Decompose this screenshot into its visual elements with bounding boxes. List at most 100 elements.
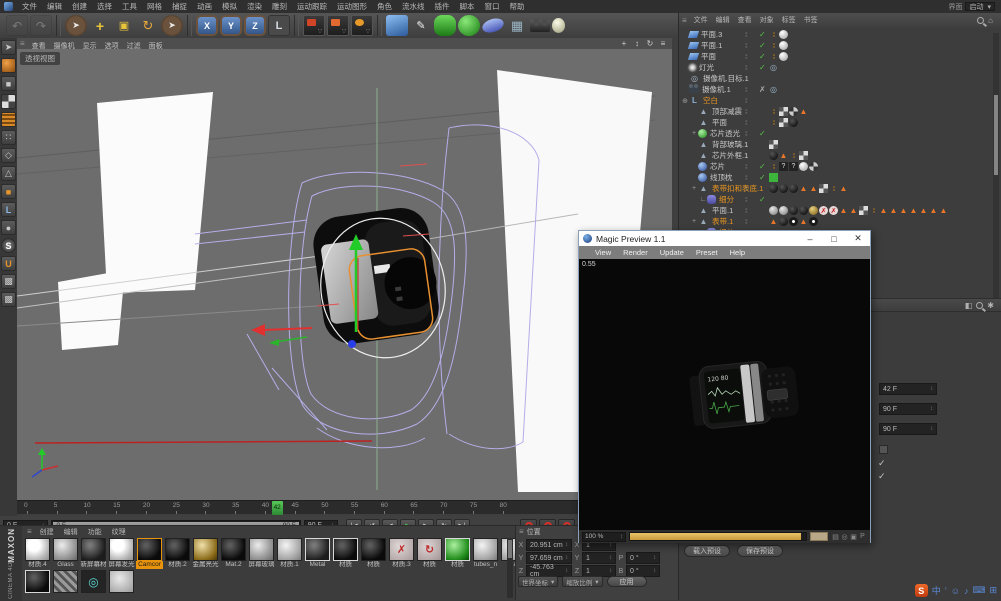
tag-checker[interactable]: [769, 140, 778, 149]
render-preview-canvas[interactable]: 0.55 120 80: [579, 259, 870, 530]
material-材质.2[interactable]: 材质.2: [164, 538, 191, 569]
material-label[interactable]: 材质.4: [24, 561, 51, 569]
white-plane-left[interactable]: [97, 92, 213, 293]
material-屏幕玻璃[interactable]: 屏幕玻璃: [248, 538, 275, 569]
material-材质[interactable]: ↻ 材质: [416, 538, 443, 569]
material-untitled[interactable]: [52, 570, 79, 601]
tag-dots[interactable]: ∶∶: [769, 118, 778, 127]
tag-dots[interactable]: ∶∶: [869, 206, 878, 215]
coord-system-icon[interactable]: L: [268, 15, 290, 36]
tag-dots[interactable]: ∶∶: [769, 30, 778, 39]
uv-grid-icon[interactable]: [1, 112, 16, 127]
tag-rx[interactable]: ✗: [819, 206, 828, 215]
material-label[interactable]: 材质.2: [164, 561, 191, 569]
tag-s-black[interactable]: [769, 151, 778, 160]
tag-s-white[interactable]: [799, 162, 808, 171]
menu-item-显示[interactable]: 显示: [79, 43, 101, 50]
menu-item-编辑[interactable]: 编辑: [712, 15, 734, 25]
object-row-芯片透光[interactable]: + 芯片透光 ∶∶ ✓: [679, 128, 995, 139]
visibility-dots[interactable]: ∶∶: [745, 86, 747, 94]
tag-target[interactable]: ◎: [769, 63, 778, 72]
visibility-dots[interactable]: ∶∶: [745, 207, 747, 215]
menu-item-插件[interactable]: 插件: [430, 1, 455, 12]
object-row-平面.3[interactable]: 平面.3 ∶∶ ✓ ∶∶: [679, 29, 995, 40]
tag-s-black[interactable]: [779, 184, 788, 193]
gear-icon[interactable]: ✱: [987, 301, 994, 310]
object-row-摄像机.目标.1[interactable]: ◎ 摄像机.目标.1 ∶∶: [679, 73, 995, 84]
visibility-dots[interactable]: ∶∶: [745, 31, 747, 39]
tag-s-dot[interactable]: [789, 217, 798, 226]
tag-s-pattern[interactable]: [789, 107, 798, 116]
menu-item-过滤[interactable]: 过滤: [123, 43, 145, 50]
material-Metal[interactable]: Metal: [304, 538, 331, 569]
menu-item-标签[interactable]: 标签: [778, 15, 800, 25]
object-name[interactable]: 表带扣和表底.1: [712, 183, 763, 194]
attr-checkbox[interactable]: [879, 445, 888, 454]
material-thumbnail[interactable]: [333, 538, 358, 561]
save-image-icon[interactable]: ▣: [849, 533, 858, 541]
material-label[interactable]: 材质: [360, 561, 387, 569]
object-name[interactable]: 细分: [719, 194, 734, 205]
object-row-顶部减震[interactable]: ▲ 顶部减震 ∶∶ ∶∶ ▲: [679, 106, 995, 117]
material-Camcor[interactable]: Camcor: [136, 538, 163, 569]
keyboard-icon[interactable]: ⌨: [972, 585, 985, 596]
coords-menu-icon[interactable]: ≡: [516, 527, 527, 536]
toggle-view-icon[interactable]: ≡: [658, 39, 668, 48]
pos-x-field[interactable]: 20.951 cm ↕: [526, 539, 572, 551]
object-row-芯片外框.1[interactable]: ▲ 芯片外框.1 ∶∶ ▲ ∶∶: [679, 150, 995, 161]
material-label[interactable]: Camcor: [136, 561, 163, 569]
menu-item-Help[interactable]: Help: [724, 248, 751, 257]
add-cube-icon[interactable]: [386, 15, 408, 36]
make-editable-icon[interactable]: ➤: [1, 40, 16, 55]
object-row-细分[interactable]: ∟ 细分 ∶∶ ✓: [679, 194, 995, 205]
object-name[interactable]: 灯光: [699, 62, 714, 73]
search-icon[interactable]: [977, 16, 985, 24]
timeline-ruler[interactable]: 0 5 10 15 20 25 30 35 40 45 50 55 60 65 70 75 80 42: [17, 500, 578, 515]
toolbox-icon[interactable]: ⊞: [989, 585, 997, 596]
visibility-dots[interactable]: ∶∶: [745, 97, 747, 105]
snap-icon[interactable]: U: [1, 256, 16, 271]
pin-icon[interactable]: P: [858, 533, 867, 541]
material-thumbnail[interactable]: [249, 538, 274, 561]
menu-item-渲染[interactable]: 渲染: [242, 1, 267, 12]
object-name[interactable]: 平面: [712, 117, 727, 128]
material-label[interactable]: Mat.2: [220, 561, 247, 569]
watch-model[interactable]: [310, 204, 444, 347]
rotate-icon[interactable]: ↻: [137, 15, 159, 36]
tag-tri[interactable]: ▲: [799, 107, 808, 116]
menu-item-创建[interactable]: 创建: [67, 1, 92, 12]
visibility-dots[interactable]: ∶∶: [745, 174, 747, 182]
material-thumbnail[interactable]: [81, 538, 106, 561]
polygons-mode-icon[interactable]: △: [1, 166, 16, 181]
enabled-check-icon[interactable]: ✓: [759, 52, 766, 61]
tag-dots[interactable]: ∶∶: [769, 41, 778, 50]
tag-dots[interactable]: ∶∶: [769, 162, 778, 171]
object-name[interactable]: 平面.1: [701, 40, 722, 51]
object-row-摄像机.1[interactable]: 摄像机.1 ∶∶ ✗ ◎: [679, 84, 995, 95]
tag-tri[interactable]: ▲: [839, 206, 848, 215]
viewport-menu-icon[interactable]: ≡: [17, 39, 28, 48]
sogou-logo-icon[interactable]: S: [914, 584, 928, 597]
menu-item-选项[interactable]: 选项: [101, 43, 123, 50]
material-menu-icon[interactable]: ≡: [24, 527, 35, 536]
material-新屏幕材[interactable]: 新屏幕材: [80, 538, 107, 569]
tag-s-black[interactable]: [789, 206, 798, 215]
menu-item-对象[interactable]: 对象: [756, 15, 778, 25]
cloner-icon[interactable]: [458, 15, 480, 36]
menu-item-网格[interactable]: 网格: [142, 1, 167, 12]
tag-tri[interactable]: ▲: [849, 206, 858, 215]
material-label[interactable]: 屏幕发光: [108, 561, 135, 569]
material-scrollbar[interactable]: [507, 538, 513, 598]
menu-item-模拟[interactable]: 模拟: [217, 1, 242, 12]
visibility-dots[interactable]: ∶∶: [745, 185, 747, 193]
tag-target[interactable]: ◎: [769, 85, 778, 94]
expander-icon[interactable]: ∟: [699, 196, 707, 203]
origin-dot[interactable]: [348, 340, 356, 348]
tag-s-gray[interactable]: [779, 206, 788, 215]
material-thumbnail[interactable]: [109, 570, 134, 593]
points-mode-icon[interactable]: ∷: [1, 130, 16, 145]
material-thumbnail[interactable]: [53, 570, 78, 593]
material-屏幕发光[interactable]: 屏幕发光: [108, 538, 135, 569]
material-thumbnail[interactable]: [165, 538, 190, 561]
object-name[interactable]: 摄像机.目标.1: [703, 73, 749, 84]
